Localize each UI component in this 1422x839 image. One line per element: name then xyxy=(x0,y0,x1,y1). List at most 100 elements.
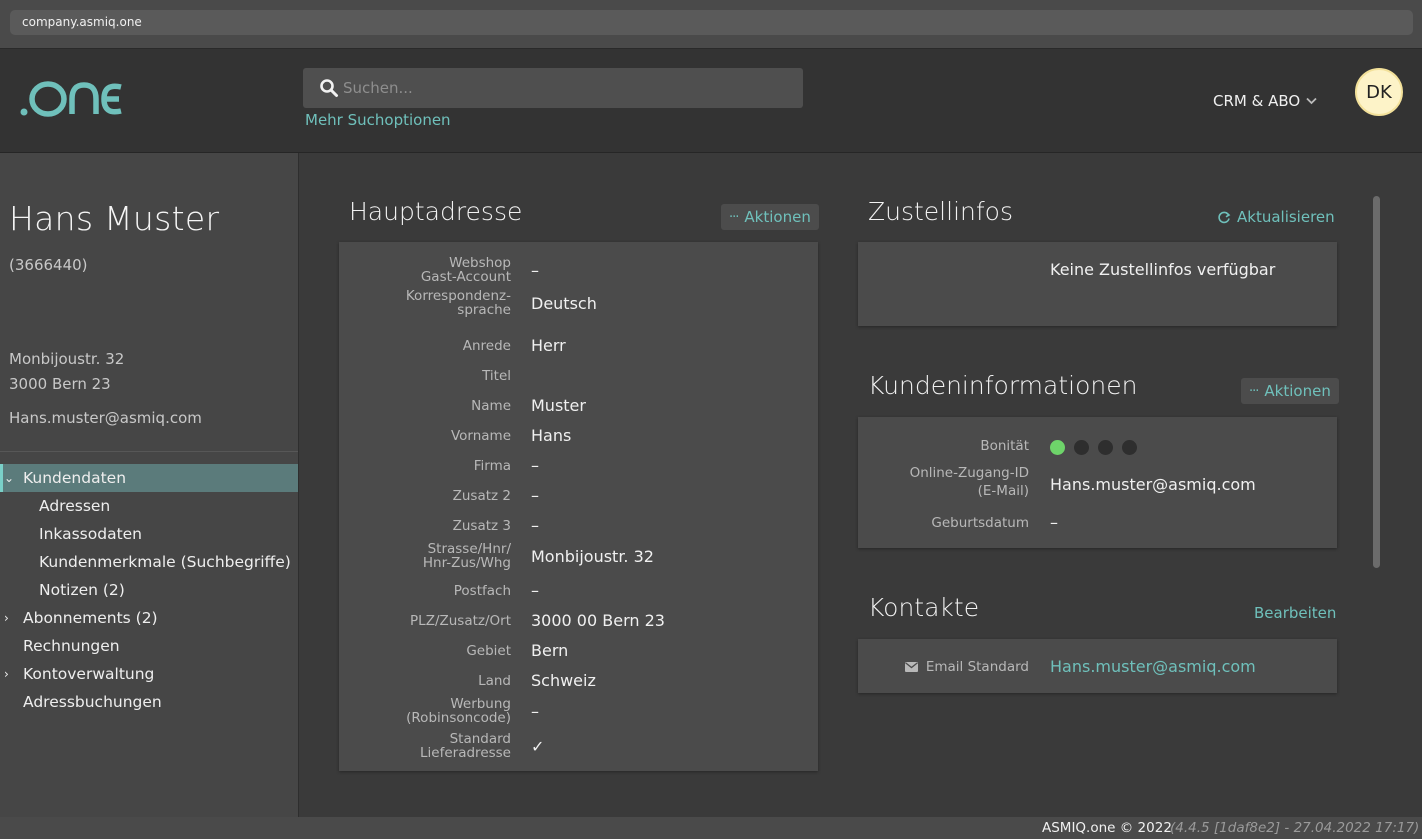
address-field-label-line: Standard xyxy=(449,731,511,747)
sidebar-item-kontoverwaltung[interactable]: › Kontoverwaltung xyxy=(0,660,298,688)
address-field-label-line: Hnr-Zus/Whg xyxy=(422,555,511,571)
address-field-value: Hans xyxy=(531,426,572,445)
address-field-label-line: Zusatz 2 xyxy=(452,488,511,504)
address-field-value: Monbijoustr. 32 xyxy=(531,547,654,566)
sidebar-item-label: Inkassodaten xyxy=(39,525,143,543)
more-dots-icon: ··· xyxy=(729,209,739,225)
refresh-label: Aktualisieren xyxy=(1237,208,1335,226)
sidebar-item-label: Kundenmerkmale (Suchbegriffe) xyxy=(39,553,291,571)
address-field-label-line: Zusatz 3 xyxy=(452,518,511,534)
user-avatar[interactable]: DK xyxy=(1355,68,1403,116)
zustellinfos-title: Zustellinfos xyxy=(868,197,1013,226)
address-field-value: – xyxy=(531,261,539,280)
chevron-right-icon: › xyxy=(4,667,9,681)
address-field-value: Bern xyxy=(531,641,569,660)
sidebar-item-label: Adressen xyxy=(39,497,111,515)
address-field-value: Deutsch xyxy=(531,294,597,313)
address-field-label: Anrede xyxy=(463,339,511,353)
sidebar-item-label: Notizen (2) xyxy=(39,581,125,599)
online-access-label-line: Online-Zugang-ID xyxy=(909,465,1029,481)
hauptadresse-panel: Webshop Gast-Account – Korrespondenz-sprach… xyxy=(339,242,818,771)
geburtsdatum-value: – xyxy=(1050,513,1058,532)
address-field-label-line: Vorname xyxy=(450,428,511,444)
sidebar-item-inkassodaten[interactable]: Inkassodaten xyxy=(0,520,298,548)
sidebar-item-notizen-2[interactable]: Notizen (2) xyxy=(0,576,298,604)
address-field-label-line: Korrespondenz- xyxy=(405,288,511,304)
address-field-label: Firma xyxy=(474,459,511,473)
address-field-label: Zusatz 2 xyxy=(453,489,511,503)
zustellinfos-empty-text: Keine Zustellinfos verfügbar xyxy=(1050,260,1276,279)
search-input[interactable] xyxy=(343,68,783,108)
sidebar-item-kundendaten[interactable]: ⌄ Kundendaten xyxy=(0,464,298,492)
address-field-value: Schweiz xyxy=(531,671,596,690)
edit-contacts-button[interactable]: Bearbeiten xyxy=(1254,604,1336,622)
address-field-value: – xyxy=(531,456,539,475)
address-field-label-line: sprache xyxy=(457,302,511,318)
address-field-label: Titel xyxy=(482,369,511,383)
sidebar-nav: ⌄ Kundendaten Adressen Inkassodaten Kundenme… xyxy=(0,464,298,716)
url-field[interactable]: company.asmiq.one xyxy=(10,10,1413,35)
sidebar-item-label: Kontoverwaltung xyxy=(23,665,155,683)
app-footer: ASMIQ.one © 2022 (4.4.5 [1daf8e2] - 27.0… xyxy=(0,817,1422,839)
address-field-label-line: Gebiet xyxy=(466,643,511,659)
sidebar-item-adressbuchungen[interactable]: Adressbuchungen xyxy=(0,688,298,716)
sidebar-item-rechnungen[interactable]: Rechnungen xyxy=(0,632,298,660)
address-field-label-line: (Robinsoncode) xyxy=(406,710,511,726)
customer-email: Hans.muster@asmiq.com xyxy=(9,409,202,427)
module-label: CRM & ABO xyxy=(1213,92,1301,110)
online-access-value: Hans.muster@asmiq.com xyxy=(1050,475,1256,494)
chevron-down-icon: ⌄ xyxy=(4,471,15,485)
app-header: Mehr Suchoptionen CRM & ABO DK xyxy=(0,48,1422,153)
address-field-label-line: PLZ/Zusatz/Ort xyxy=(410,613,511,629)
address-field-label-line: Land xyxy=(478,673,511,689)
footer-version: (4.4.5 [1daf8e2] - 27.04.2022 17:17) xyxy=(1170,820,1420,836)
address-field-label-line: Firma xyxy=(473,458,511,474)
address-field-label-line: Postfach xyxy=(453,583,511,599)
address-field-label-line: Lieferadresse xyxy=(420,745,511,761)
refresh-icon xyxy=(1218,211,1231,223)
refresh-button[interactable]: Aktualisieren xyxy=(1218,208,1335,226)
address-field-value: – xyxy=(531,581,539,600)
address-field-label-line: Titel xyxy=(482,368,511,384)
hauptadresse-title: Hauptadresse xyxy=(349,197,523,226)
email-standard-link[interactable]: Hans.muster@asmiq.com xyxy=(1050,657,1256,676)
sidebar-item-kundenmerkmale-suchbegriffe[interactable]: Kundenmerkmale (Suchbegriffe) xyxy=(0,548,298,576)
bonitaet-rating xyxy=(1050,437,1146,455)
sidebar-item-adressen[interactable]: Adressen xyxy=(0,492,298,520)
more-search-options-link[interactable]: Mehr Suchoptionen xyxy=(305,111,451,129)
sidebar-item-label: Kundendaten xyxy=(23,469,127,487)
main-scrollbar[interactable] xyxy=(1373,196,1380,568)
address-field-label: Vorname xyxy=(451,429,511,443)
address-field-label-line: Gast-Account xyxy=(420,269,511,285)
actions-label: Aktionen xyxy=(744,208,811,226)
sidebar-item-label: Adressbuchungen xyxy=(23,693,162,711)
kundeninfo-panel: Bonität Online-Zugang-ID (E-Mail) Hans.mu… xyxy=(858,417,1337,548)
one-logo[interactable] xyxy=(20,79,124,119)
email-standard-label-wrap: Email Standard xyxy=(904,659,1029,675)
footer-copyright: ASMIQ.one © 2022 xyxy=(1042,820,1172,836)
address-field-value: – xyxy=(531,702,539,721)
sidebar-item-label: Rechnungen xyxy=(23,637,120,655)
customer-sidebar: Hans Muster (3666440) Monbijoustr. 32 30… xyxy=(0,153,299,817)
address-field-label: Strasse/Hnr/Hnr-Zus/Whg xyxy=(423,542,511,570)
envelope-icon xyxy=(904,662,918,672)
address-field-label: Name xyxy=(471,399,511,413)
address-field-label-line: Anrede xyxy=(462,338,511,354)
address-field-value: Muster xyxy=(531,396,586,415)
address-field-label-line: Werbung xyxy=(450,696,511,712)
address-field-label-line: Webshop xyxy=(449,255,511,271)
module-switch-dropdown[interactable]: CRM & ABO xyxy=(1213,92,1317,110)
address-field-label: Gebiet xyxy=(466,644,511,658)
chevron-down-icon xyxy=(1306,97,1317,105)
kundeninfo-actions-button[interactable]: ··· Aktionen xyxy=(1241,378,1339,404)
hauptadresse-actions-button[interactable]: ··· Aktionen xyxy=(721,204,819,230)
sidebar-item-abonnements-2[interactable]: › Abonnements (2) xyxy=(0,604,298,632)
browser-bar: company.asmiq.one xyxy=(0,0,1422,48)
address-field-value: Herr xyxy=(531,336,566,355)
address-field-value: – xyxy=(531,486,539,505)
address-field-label: Zusatz 3 xyxy=(453,519,511,533)
search-box xyxy=(303,68,803,108)
address-field-label-line: Strasse/Hnr/ xyxy=(427,541,511,557)
search-icon xyxy=(320,79,338,97)
actions-label: Aktionen xyxy=(1264,382,1331,400)
